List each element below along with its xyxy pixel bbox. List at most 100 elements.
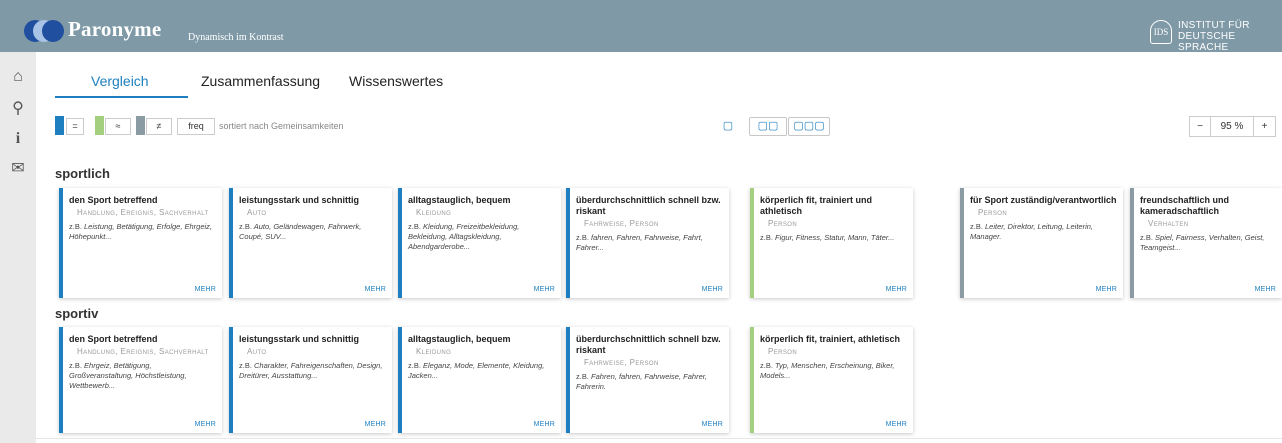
- legend-similar-button[interactable]: ≈: [105, 118, 131, 135]
- institute-name[interactable]: INSTITUT FÜR DEUTSCHE SPRACHE: [1178, 20, 1282, 53]
- card-sportlich-3[interactable]: alltagstauglich, bequem Kleidung z.B. Kl…: [398, 188, 561, 298]
- card-title: alltagstauglich, bequem: [408, 195, 511, 205]
- card-more-link[interactable]: MEHR: [886, 286, 907, 293]
- card-sportiv-1[interactable]: den Sport betreffend Handlung, Ereignis,…: [59, 327, 222, 433]
- card-category: Kleidung: [416, 347, 452, 356]
- example-words: Figur, Fitness, Statur, Mann, Täter...: [775, 233, 895, 242]
- card-sportlich-7[interactable]: freundschaftlich und kameradschaftlich V…: [1130, 188, 1282, 298]
- view-two-column-button[interactable]: ▢▢: [749, 117, 787, 136]
- card-sportlich-2[interactable]: leistungsstark und schnittig Auto z.B. A…: [229, 188, 392, 298]
- example-lead: z.B.: [408, 361, 421, 370]
- zoom-level: 95 %: [1210, 116, 1254, 137]
- view-single-column-button[interactable]: ▢: [712, 117, 744, 136]
- example-words: fahren, Fahren, Fahrweise, Fahrt, Fahrer…: [576, 233, 703, 252]
- card-more-link[interactable]: MEHR: [195, 421, 216, 428]
- card-category: Verhalten: [1148, 219, 1189, 228]
- card-more-link[interactable]: MEHR: [365, 421, 386, 428]
- example-words: Fahren, fahren, Fahrweise, Fahrer, Fahre…: [576, 372, 707, 391]
- card-sportiv-3[interactable]: alltagstauglich, bequem Kleidung z.B. El…: [398, 327, 561, 433]
- card-sportlich-5[interactable]: körperlich fit, trainiert und athletisch…: [750, 188, 913, 298]
- legend-different-button[interactable]: ≠: [146, 118, 172, 135]
- card-title: überdurchschnittlich schnell bzw. riskan…: [576, 195, 721, 216]
- card-title: den Sport betreffend: [69, 195, 158, 205]
- card-sportlich-6[interactable]: für Sport zuständig/verantwortlich Perso…: [960, 188, 1123, 298]
- card-more-link[interactable]: MEHR: [702, 286, 723, 293]
- example-words: Eleganz, Mode, Elemente, Kleidung, Jacke…: [408, 361, 545, 380]
- freq-sort-button[interactable]: freq: [177, 118, 215, 135]
- card-title: körperlich fit, trainiert, athletisch: [760, 334, 901, 344]
- app-header: Paronyme Dynamisch im Kontrast IDS INSTI…: [0, 0, 1282, 53]
- sort-label: sortiert nach Gemeinsamkeiten: [219, 121, 344, 131]
- card-category: Kleidung: [416, 208, 452, 217]
- card-more-link[interactable]: MEHR: [365, 286, 386, 293]
- example-words: Kleidung, Freizeitbekleidung, Bekleidung…: [408, 222, 520, 251]
- card-category: Handlung, Ereignis, Sachverhalt: [77, 347, 209, 356]
- card-more-link[interactable]: MEHR: [886, 421, 907, 428]
- card-more-link[interactable]: MEHR: [1096, 286, 1117, 293]
- card-title: den Sport betreffend: [69, 334, 158, 344]
- card-examples: z.B. Kleidung, Freizeitbekleidung, Bekle…: [408, 222, 555, 252]
- card-examples: z.B. Eleganz, Mode, Elemente, Kleidung, …: [408, 361, 555, 381]
- card-category: Person: [978, 208, 1008, 217]
- example-lead: z.B.: [1140, 233, 1153, 242]
- card-more-link[interactable]: MEHR: [702, 421, 723, 428]
- example-lead: z.B.: [239, 361, 252, 370]
- card-title: freundschaftlich und kameradschaftlich: [1140, 195, 1230, 216]
- ids-logo-icon[interactable]: IDS: [1150, 20, 1172, 44]
- card-examples: z.B. Charakter, Fahreigenschaften, Desig…: [239, 361, 386, 381]
- card-examples: z.B. Spiel, Fairness, Verhalten, Geist, …: [1140, 233, 1276, 253]
- card-category: Handlung, Ereignis, Sachverhalt: [77, 208, 209, 217]
- card-sportiv-2[interactable]: leistungsstark und schnittig Auto z.B. C…: [229, 327, 392, 433]
- example-lead: z.B.: [576, 372, 589, 381]
- info-icon[interactable]: i: [0, 130, 36, 148]
- zoom-in-button[interactable]: +: [1253, 116, 1276, 137]
- card-category: Auto: [247, 208, 267, 217]
- legend-equal-button[interactable]: =: [66, 118, 84, 135]
- example-lead: z.B.: [239, 222, 252, 231]
- card-sportiv-5[interactable]: körperlich fit, trainiert, athletisch Pe…: [750, 327, 913, 433]
- card-category: Fahrweise, Person: [584, 219, 659, 228]
- divider: [36, 438, 1282, 439]
- zoom-out-button[interactable]: −: [1189, 116, 1211, 137]
- example-lead: z.B.: [760, 361, 773, 370]
- example-words: Typ, Menschen, Erscheinung, Biker, Model…: [760, 361, 895, 380]
- card-more-link[interactable]: MEHR: [1255, 286, 1276, 293]
- card-title: alltagstauglich, bequem: [408, 334, 511, 344]
- example-words: Leistung, Betätigung, Erfolge, Ehrgeiz, …: [69, 222, 213, 241]
- card-title: körperlich fit, trainiert und athletisch: [760, 195, 873, 216]
- institute-line-2: DEUTSCHE SPRACHE: [1178, 31, 1236, 53]
- card-title: leistungsstark und schnittig: [239, 195, 360, 205]
- card-examples: z.B. Leistung, Betätigung, Erfolge, Ehrg…: [69, 222, 216, 242]
- card-title: für Sport zuständig/verantwortlich: [970, 195, 1117, 205]
- tab-wissenswertes[interactable]: Wissenswertes: [349, 73, 443, 89]
- example-lead: z.B.: [576, 233, 589, 242]
- example-words: Ehrgeiz, Betätigung, Großveranstaltung, …: [69, 361, 187, 390]
- section-title-sportlich: sportlich: [55, 166, 110, 181]
- paronyme-logo-icon[interactable]: [24, 20, 64, 42]
- card-more-link[interactable]: MEHR: [534, 421, 555, 428]
- example-lead: z.B.: [69, 222, 82, 231]
- example-lead: z.B.: [69, 361, 82, 370]
- example-words: Auto, Geländewagen, Fahrwerk, Coupé, SUV…: [239, 222, 362, 241]
- app-title[interactable]: Paronyme: [68, 17, 161, 42]
- institute-line-1: INSTITUT FÜR: [1178, 20, 1250, 31]
- card-more-link[interactable]: MEHR: [534, 286, 555, 293]
- card-examples: z.B. Auto, Geländewagen, Fahrwerk, Coupé…: [239, 222, 386, 242]
- home-icon[interactable]: ⌂: [0, 68, 36, 86]
- search-icon[interactable]: ⚲: [0, 98, 36, 118]
- card-sportiv-4[interactable]: überdurchschnittlich schnell bzw. riskan…: [566, 327, 729, 433]
- legend-equal-swatch: [55, 116, 64, 135]
- card-sportlich-4[interactable]: überdurchschnittlich schnell bzw. riskan…: [566, 188, 729, 298]
- card-category: Person: [768, 219, 798, 228]
- tab-vergleich[interactable]: Vergleich: [91, 73, 149, 89]
- card-sportlich-1[interactable]: den Sport betreffend Handlung, Ereignis,…: [59, 188, 222, 298]
- view-three-column-button[interactable]: ▢▢▢: [788, 117, 830, 136]
- card-more-link[interactable]: MEHR: [195, 286, 216, 293]
- example-words: Spiel, Fairness, Verhalten, Geist, Teamg…: [1140, 233, 1265, 252]
- card-category: Auto: [247, 347, 267, 356]
- card-examples: z.B. fahren, Fahren, Fahrweise, Fahrt, F…: [576, 233, 723, 253]
- tab-zusammenfassung[interactable]: Zusammenfassung: [201, 73, 320, 89]
- card-examples: z.B. Leiter, Direktor, Leitung, Leiterin…: [970, 222, 1117, 242]
- mail-icon[interactable]: ✉: [0, 158, 36, 178]
- example-words: Charakter, Fahreigenschaften, Design, Dr…: [239, 361, 383, 380]
